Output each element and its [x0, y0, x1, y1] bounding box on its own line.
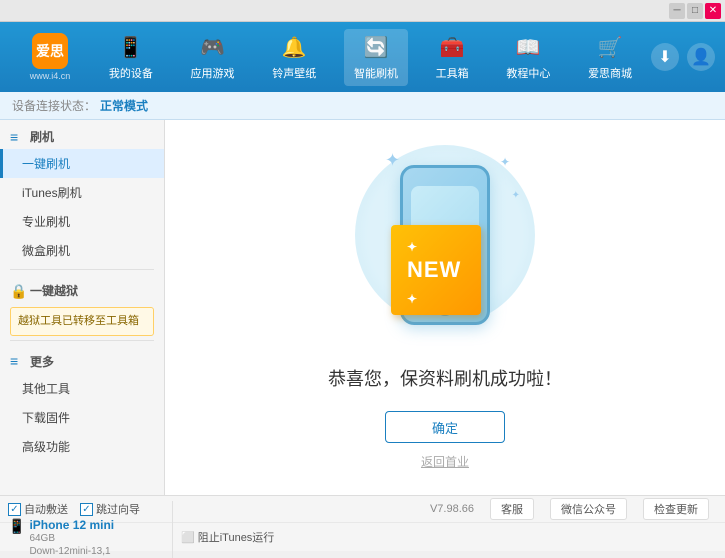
status-bar: 设备连接状态： 正常模式 — [0, 92, 725, 120]
sidebar-item-one-click-flash[interactable]: 一键刷机 — [0, 149, 164, 178]
header: 爱思 www.i4.cn 📱 我的设备 🎮 应用游戏 🔔 铃声壁纸 🔄 智能刷机… — [0, 22, 725, 92]
auto-flash-check-icon: ✓ — [8, 503, 21, 516]
auto-flash-label: 自动敷送 — [24, 501, 68, 517]
sidebar-item-other-tools[interactable]: 其他工具 — [0, 374, 164, 403]
tutorials-label: 教程中心 — [506, 65, 550, 81]
sparkle-1: ✦ — [385, 150, 400, 171]
bottom-combined: ✓ 自动敷送 ✓ 跳过向导 V7.98.66 客服 微信公众号 检查更新 📱 i… — [0, 495, 725, 551]
tutorials-icon: 📖 — [514, 34, 542, 62]
sidebar-divider-1 — [10, 269, 154, 270]
nav-ringtones[interactable]: 🔔 铃声壁纸 — [262, 29, 326, 86]
check-update-btn[interactable]: 检查更新 — [643, 498, 709, 520]
wechat-btn[interactable]: 微信公众号 — [550, 498, 627, 520]
bottom-right-panel: V7.98.66 客服 微信公众号 检查更新 — [173, 498, 717, 520]
download-btn[interactable]: ⬇ — [651, 43, 679, 71]
minimize-btn[interactable]: ─ — [669, 3, 685, 19]
sidebar-section-jailbreak: 🔒 一键越狱 — [0, 274, 164, 303]
toolbox-icon: 🧰 — [438, 34, 466, 62]
jailbreak-section-label: 一键越狱 — [30, 282, 78, 299]
stop-icon: ⬜ — [181, 531, 195, 544]
close-btn[interactable]: ✕ — [705, 3, 721, 19]
stop-itunes-label: 阻止iTunes运行 — [198, 529, 275, 545]
content-area: ✦ ✦ ✦ NEW 恭喜您，保资料刷机成功啦！ 确定 返回首业 — [165, 120, 725, 495]
sidebar-item-pro-flash[interactable]: 专业刷机 — [0, 207, 164, 236]
main-layout: ≡ 刷机 一键刷机 iTunes刷机 专业刷机 微盒刷机 🔒 一键越狱 越狱工具… — [0, 120, 725, 495]
device-info: 📱 iPhone 12 mini 64GB Down-12mini-13,1 — [8, 518, 166, 558]
user-btn[interactable]: 👤 — [687, 43, 715, 71]
jailbreak-lock-icon: 🔒 — [10, 283, 26, 299]
customer-service-btn[interactable]: 客服 — [490, 498, 534, 520]
my-device-icon: 📱 — [117, 34, 145, 62]
ringtones-label: 铃声壁纸 — [272, 65, 316, 81]
device-details: 64GB Down-12mini-13,1 — [29, 532, 114, 558]
device-name: iPhone 12 mini — [29, 518, 114, 532]
title-bar: ─ □ ✕ — [0, 0, 725, 22]
smart-flash-icon: 🔄 — [362, 34, 390, 62]
confirm-button[interactable]: 确定 — [385, 411, 505, 443]
device-phone-icon: 📱 — [8, 518, 25, 535]
logo-icon: 爱思 — [32, 33, 68, 69]
nav-my-device[interactable]: 📱 我的设备 — [99, 29, 163, 86]
toolbox-label: 工具箱 — [436, 65, 469, 81]
flash-section-label: 刷机 — [30, 128, 54, 145]
bottom-bottom-row: 📱 iPhone 12 mini 64GB Down-12mini-13,1 ⬜… — [0, 523, 725, 551]
nav-store[interactable]: 🛒 爱思商城 — [578, 29, 642, 86]
header-right: ⬇ 👤 — [651, 43, 715, 71]
sidebar-item-micro-flash[interactable]: 微盒刷机 — [0, 236, 164, 265]
nav-items: 📱 我的设备 🎮 应用游戏 🔔 铃声壁纸 🔄 智能刷机 🧰 工具箱 📖 教程中心… — [90, 29, 651, 86]
smart-flash-label: 智能刷机 — [354, 65, 398, 81]
sidebar-section-more: ≡ 更多 — [0, 345, 164, 374]
new-badge: NEW — [391, 225, 481, 315]
nav-toolbox[interactable]: 🧰 工具箱 — [426, 29, 479, 86]
checkbox-row: ✓ 自动敷送 ✓ 跳过向导 — [8, 501, 166, 517]
bottom-left-panel: ✓ 自动敷送 ✓ 跳过向导 — [8, 501, 173, 517]
store-label: 爱思商城 — [588, 65, 632, 81]
more-section-icon: ≡ — [10, 353, 26, 369]
status-value: 正常模式 — [100, 97, 148, 114]
status-label: 设备连接状态： — [12, 97, 96, 114]
sidebar-item-itunes-flash[interactable]: iTunes刷机 — [0, 178, 164, 207]
stop-itunes-section: ⬜ 阻止iTunes运行 — [173, 529, 717, 545]
auto-flash-checkbox[interactable]: ✓ 自动敷送 — [8, 501, 68, 517]
apps-games-icon: 🎮 — [199, 34, 227, 62]
sparkle-3: ✦ — [512, 190, 520, 201]
maximize-btn[interactable]: □ — [687, 3, 703, 19]
go-back-link[interactable]: 返回首业 — [421, 453, 469, 470]
skip-wizard-checkbox[interactable]: ✓ 跳过向导 — [80, 501, 140, 517]
sidebar-item-download-firmware[interactable]: 下载固件 — [0, 403, 164, 432]
stop-itunes-control[interactable]: ⬜ 阻止iTunes运行 — [181, 529, 274, 545]
illustration: ✦ ✦ ✦ NEW — [355, 145, 535, 345]
sidebar: ≡ 刷机 一键刷机 iTunes刷机 专业刷机 微盒刷机 🔒 一键越狱 越狱工具… — [0, 120, 165, 495]
logo-url: www.i4.cn — [30, 71, 71, 81]
logo: 爱思 www.i4.cn — [10, 33, 90, 81]
jailbreak-warning: 越狱工具已转移至工具箱 — [10, 307, 154, 336]
success-text: 恭喜您，保资料刷机成功啦！ — [328, 365, 562, 391]
skip-wizard-label: 跳过向导 — [96, 501, 140, 517]
apps-games-label: 应用游戏 — [191, 65, 235, 81]
ringtones-icon: 🔔 — [280, 34, 308, 62]
sidebar-divider-2 — [10, 340, 154, 341]
nav-smart-flash[interactable]: 🔄 智能刷机 — [344, 29, 408, 86]
nav-tutorials[interactable]: 📖 教程中心 — [496, 29, 560, 86]
nav-apps-games[interactable]: 🎮 应用游戏 — [181, 29, 245, 86]
more-section-label: 更多 — [30, 353, 54, 370]
sparkle-2: ✦ — [500, 155, 510, 169]
store-icon: 🛒 — [596, 34, 624, 62]
sidebar-item-advanced[interactable]: 高级功能 — [0, 432, 164, 461]
version-text: V7.98.66 — [430, 503, 474, 515]
my-device-label: 我的设备 — [109, 65, 153, 81]
skip-wizard-check-icon: ✓ — [80, 503, 93, 516]
sidebar-section-flash: ≡ 刷机 — [0, 120, 164, 149]
flash-section-icon: ≡ — [10, 129, 26, 145]
